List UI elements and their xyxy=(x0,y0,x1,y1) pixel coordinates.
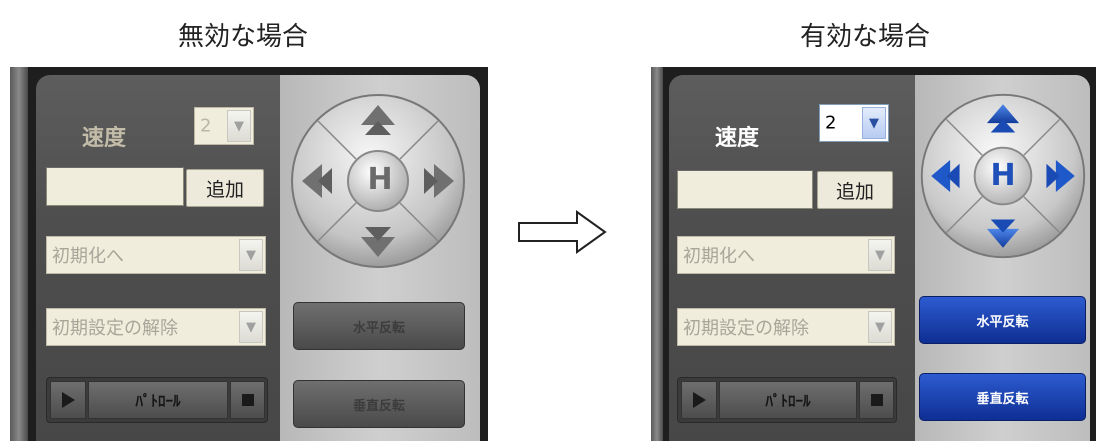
clear-preset-select[interactable]: 初期設定の解除 ▼ xyxy=(677,308,895,346)
patrol-play-button[interactable] xyxy=(50,381,86,419)
preset-select[interactable]: 初期化へ ▼ xyxy=(46,236,266,274)
control-area: 速度 2 ▼ 追加 初期化へ ▼ 初期設定の解除 ▼ ﾊﾟﾄﾛｰﾙ xyxy=(36,75,280,441)
add-button[interactable]: 追加 xyxy=(817,171,893,209)
patrol-play-button[interactable] xyxy=(681,381,717,419)
chevron-down-icon: ▼ xyxy=(868,311,892,343)
stop-icon xyxy=(241,394,254,406)
preset-select[interactable]: 初期化へ ▼ xyxy=(677,236,895,274)
preset-name-input[interactable] xyxy=(46,167,184,206)
home-icon[interactable]: H xyxy=(985,157,1021,193)
chevron-down-icon: ▼ xyxy=(868,239,892,271)
chevron-down-icon: ▼ xyxy=(239,311,263,343)
patrol-stop-button[interactable] xyxy=(859,381,894,419)
speed-label: 速度 xyxy=(715,126,760,151)
preset-select-value: 初期化へ xyxy=(52,246,124,267)
patrol-label-button[interactable]: ﾊﾟﾄﾛｰﾙ xyxy=(719,381,857,419)
direction-area: H 水平反転 垂直反転 xyxy=(915,75,1090,441)
speed-label: 速度 xyxy=(82,126,127,151)
patrol-control: ﾊﾟﾄﾛｰﾙ xyxy=(46,377,268,423)
clear-preset-select[interactable]: 初期設定の解除 ▼ xyxy=(46,308,266,346)
horizontal-flip-button[interactable]: 水平反転 xyxy=(919,296,1086,344)
patrol-label: ﾊﾟﾄﾛｰﾙ xyxy=(765,391,811,410)
vertical-flip-button[interactable]: 垂直反転 xyxy=(919,373,1086,421)
patrol-label-button[interactable]: ﾊﾟﾄﾛｰﾙ xyxy=(88,381,228,419)
patrol-label: ﾊﾟﾄﾛｰﾙ xyxy=(135,391,181,410)
play-icon xyxy=(62,392,75,408)
caption-enabled: 有効な場合 xyxy=(800,22,931,52)
stop-icon xyxy=(870,394,883,406)
speed-value: 2 xyxy=(200,115,212,137)
patrol-stop-button[interactable] xyxy=(230,381,265,419)
clear-preset-select-value: 初期設定の解除 xyxy=(683,318,809,339)
preset-name-input[interactable] xyxy=(677,170,813,209)
clear-preset-select-value: 初期設定の解除 xyxy=(52,318,178,339)
chevron-down-icon: ▼ xyxy=(239,239,263,271)
play-icon xyxy=(693,392,706,408)
vertical-flip-button[interactable]: 垂直反転 xyxy=(293,380,465,428)
preset-select-value: 初期化へ xyxy=(683,246,755,267)
right-arrow-icon xyxy=(518,210,607,254)
control-area: 速度 2 ▼ 追加 初期化へ ▼ 初期設定の解除 ▼ ﾊﾟﾄﾛｰﾙ xyxy=(669,75,915,441)
home-icon[interactable]: H xyxy=(362,161,398,197)
patrol-control: ﾊﾟﾄﾛｰﾙ xyxy=(677,377,897,423)
add-button[interactable]: 追加 xyxy=(186,169,264,207)
speed-value: 2 xyxy=(825,112,837,134)
chevron-down-icon: ▼ xyxy=(227,110,251,142)
ptz-panel-enabled: 速度 2 ▼ 追加 初期化へ ▼ 初期設定の解除 ▼ ﾊﾟﾄﾛｰﾙ H 水平反転… xyxy=(651,67,1096,441)
direction-area: H 水平反転 垂直反転 xyxy=(280,75,480,441)
ptz-panel-disabled: 速度 2 ▼ 追加 初期化へ ▼ 初期設定の解除 ▼ ﾊﾟﾄﾛｰﾙ H 水平反転… xyxy=(10,67,488,441)
caption-disabled: 無効な場合 xyxy=(178,22,309,52)
chevron-down-icon: ▼ xyxy=(862,107,886,139)
panel-edge xyxy=(10,67,28,441)
horizontal-flip-button[interactable]: 水平反転 xyxy=(293,302,465,350)
speed-select[interactable]: 2 ▼ xyxy=(194,107,254,145)
panel-edge xyxy=(651,67,663,441)
speed-select[interactable]: 2 ▼ xyxy=(819,104,889,142)
